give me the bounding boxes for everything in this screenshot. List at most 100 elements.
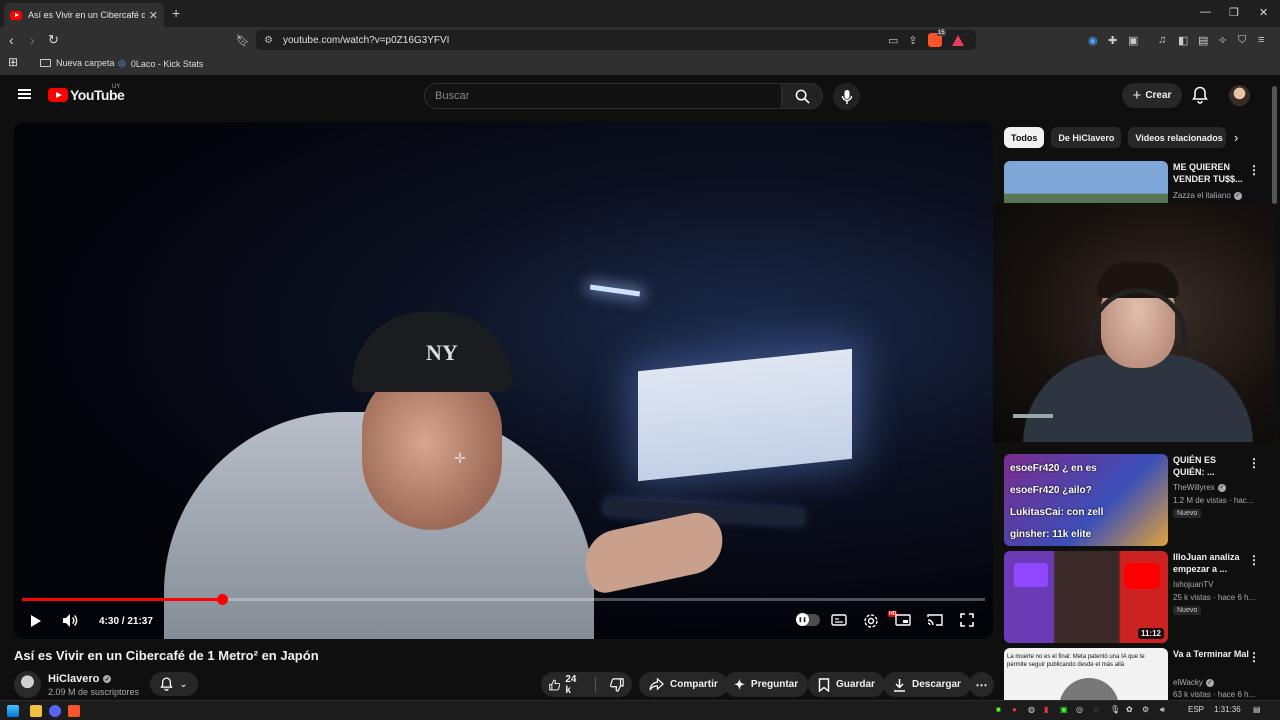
settings-gear-icon[interactable] <box>863 613 879 629</box>
discord-icon[interactable] <box>49 705 61 717</box>
subscribed-notifications-button[interactable]: ⌄ <box>150 672 198 696</box>
notifications-bell-icon[interactable] <box>1192 86 1208 104</box>
cast-to-tv-icon[interactable] <box>927 613 943 626</box>
recommendation-thumbnail[interactable]: 11:12 <box>1004 551 1168 643</box>
recommendation-item[interactable]: esoeFr420 ¿ en es esoeFr420 ¿ailo? Lukit… <box>1004 454 1266 546</box>
restore-icon[interactable]: ❐ <box>1229 6 1239 19</box>
forward-icon[interactable]: › <box>30 32 35 48</box>
recommendation-item[interactable]: 11:12 IlloJuan analiza empezar a ... Ish… <box>1004 551 1266 643</box>
tab-close-icon[interactable]: ✕ <box>149 9 158 22</box>
apps-grid-icon[interactable]: ⊞ <box>8 55 18 69</box>
download-button[interactable]: Descargar <box>883 672 971 697</box>
more-actions-button[interactable]: ⋯ <box>969 672 994 697</box>
tray-icon[interactable]: ✿ <box>1126 705 1133 714</box>
channel-name[interactable]: HiClavero <box>48 673 99 685</box>
recommendation-menu-icon[interactable]: ⋮ <box>1248 163 1260 177</box>
chip-de-hiclavero[interactable]: De HiClavero <box>1051 127 1122 148</box>
voice-search-button[interactable] <box>833 83 860 110</box>
bookmark-kick-stats[interactable]: ◎ 0Laco - Kick Stats <box>118 58 203 69</box>
play-icon[interactable] <box>30 614 42 628</box>
browser-tab-bar: Así es Vivir en un Cibercafé de 1 ✕ + — … <box>0 0 1280 27</box>
site-info-icon[interactable]: ⚙︎ <box>264 35 273 46</box>
like-button[interactable]: 24 k <box>541 672 589 697</box>
monitor-in-video <box>638 348 852 482</box>
recommendation-thumbnail[interactable]: esoeFr420 ¿ en es esoeFr420 ¿ailo? Lukit… <box>1004 454 1168 546</box>
brave-browser-icon[interactable] <box>68 705 80 717</box>
start-icon[interactable] <box>7 705 19 717</box>
bookmark-nueva-carpeta[interactable]: Nueva carpeta <box>40 58 115 68</box>
menu-icon[interactable]: ≡ <box>1258 34 1264 46</box>
clock[interactable]: 1:31:36 <box>1214 705 1241 714</box>
volume-icon[interactable] <box>62 613 78 628</box>
fullscreen-icon[interactable] <box>960 613 974 627</box>
new-tab-button[interactable]: + <box>172 5 180 21</box>
leo-icon[interactable]: ✧ <box>1218 34 1227 47</box>
brave-badge: 15 <box>936 30 946 36</box>
kick-tray-icon[interactable]: ■ <box>996 705 1001 714</box>
close-window-icon[interactable]: ✕ <box>1259 6 1268 19</box>
ask-button[interactable]: ✦ Preguntar <box>724 672 809 697</box>
channel-name-row[interactable]: HiClavero ✓ <box>48 673 112 685</box>
subtitles-icon[interactable] <box>831 614 847 626</box>
search-button[interactable] <box>781 83 823 109</box>
recommendation-thumbnail[interactable]: La muerte no es el final: Meta patentó u… <box>1004 648 1168 700</box>
youtube-logo[interactable]: YouTube UY <box>48 84 125 103</box>
cast-icon[interactable]: ▭ <box>888 34 898 47</box>
account-avatar[interactable] <box>1229 85 1250 106</box>
share-button[interactable]: Compartir <box>639 672 728 697</box>
recommendation-thumbnail[interactable] <box>1004 161 1168 203</box>
sidebar-icon[interactable]: ◧ <box>1178 34 1188 47</box>
bookmark-icon[interactable]: 🔖︎ <box>236 33 250 49</box>
brave-rewards-icon[interactable] <box>951 34 964 46</box>
recommendation-menu-icon[interactable]: ⋮ <box>1248 456 1260 470</box>
back-icon[interactable]: ‹ <box>9 32 14 48</box>
microphone-tray-icon[interactable]: 🎙︎ <box>1110 705 1120 714</box>
reload-icon[interactable]: ↻ <box>48 32 59 48</box>
browser-tab[interactable]: Así es Vivir en un Cibercafé de 1 ✕ <box>4 3 164 27</box>
address-bar[interactable]: ⚙︎ youtube.com/watch?v=p0Z16G3YFVI <box>256 30 976 50</box>
thumb-line: esoeFr420 ¿ en es <box>1010 463 1097 474</box>
recommendation-title[interactable]: IlloJuan analiza empezar a ... <box>1173 551 1249 575</box>
wallet-icon[interactable]: ▤ <box>1198 34 1208 47</box>
create-button[interactable]: + Crear <box>1122 83 1182 108</box>
vpn-icon[interactable]: ⛉ <box>1238 34 1246 47</box>
tray-icon[interactable]: ⚙︎ <box>1142 705 1149 714</box>
brave-shields-icon[interactable]: 15 <box>927 30 946 47</box>
recommendation-item[interactable]: La muerte no es el final: Meta patentó u… <box>1004 648 1266 700</box>
chip-videos-relacionados[interactable]: Videos relacionados <box>1128 127 1227 148</box>
extensions-icon[interactable]: ✚ <box>1108 34 1117 47</box>
search-input[interactable]: Buscar <box>424 83 782 109</box>
tray-icon[interactable]: ◌ <box>1094 705 1099 714</box>
recommendation-title[interactable]: ME QUIEREN VENDER TU$$... <box>1173 161 1249 185</box>
video-player[interactable]: NY ✛ 4:30 / 21:37 HD <box>14 122 993 639</box>
save-button[interactable]: Guardar <box>808 672 885 697</box>
file-explorer-icon[interactable] <box>30 705 42 717</box>
autoplay-toggle[interactable] <box>796 613 820 626</box>
channel-avatar[interactable] <box>14 671 41 698</box>
recommendation-item[interactable]: ME QUIEREN VENDER TU$$... Zazza el itali… <box>1004 161 1266 203</box>
recommendation-menu-icon[interactable]: ⋮ <box>1248 553 1260 567</box>
tray-icon[interactable]: ▣ <box>1060 705 1068 714</box>
progress-bar[interactable] <box>22 594 985 605</box>
chevron-right-icon[interactable]: › <box>1234 130 1238 145</box>
volume-tray-icon[interactable]: 🔊︎ <box>1160 705 1165 715</box>
tray-icon[interactable]: ◍ <box>1028 705 1035 714</box>
audio-icon[interactable]: ◉ <box>1088 34 1098 47</box>
share-page-icon[interactable]: ⇪ <box>908 34 917 47</box>
recommendation-title[interactable]: Va a Terminar Mal <box>1173 648 1249 660</box>
language-indicator[interactable]: ESP <box>1188 705 1204 714</box>
miniplayer-icon[interactable] <box>895 614 911 626</box>
dislike-button[interactable] <box>602 672 632 697</box>
page-scrollbar[interactable] <box>1272 86 1277 204</box>
tray-icon[interactable]: ◎ <box>1076 705 1083 714</box>
tray-icon[interactable]: ● <box>1012 705 1017 714</box>
recommendation-title[interactable]: QUIÉN ES QUIÉN: ... <box>1173 454 1249 478</box>
hamburger-menu-icon[interactable] <box>18 89 31 99</box>
notifications-icon[interactable]: ▤ <box>1253 705 1261 714</box>
tray-icon[interactable]: ▮ <box>1044 705 1048 714</box>
screenshot-icon[interactable]: ▣ <box>1128 34 1138 47</box>
recommendation-menu-icon[interactable]: ⋮ <box>1248 650 1260 664</box>
minimize-icon[interactable]: — <box>1200 6 1211 18</box>
music-icon[interactable]: ♫ <box>1158 34 1166 46</box>
chip-todos[interactable]: Todos <box>1004 127 1045 148</box>
